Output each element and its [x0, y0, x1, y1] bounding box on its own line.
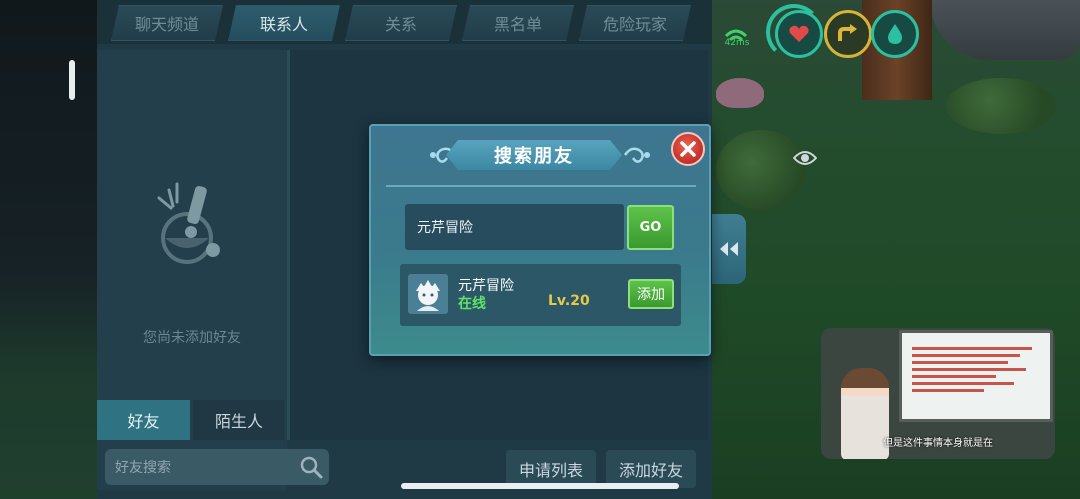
result-online-status: 在线	[458, 296, 486, 312]
turn-button[interactable]	[824, 10, 872, 58]
ornament-swirl-icon	[623, 147, 650, 163]
collapse-arrow-icon	[720, 242, 738, 256]
dialog-divider	[386, 185, 696, 187]
avatar	[408, 274, 448, 314]
tab-strangers[interactable]: 陌生人	[193, 400, 285, 440]
scene-bush	[716, 130, 806, 210]
friend-search-input[interactable]: 好友搜索	[105, 449, 329, 485]
scene-bush	[946, 78, 1056, 134]
game-scene-left	[0, 0, 98, 499]
tab-contacts[interactable]: 联系人	[228, 5, 340, 41]
collapse-panel-button[interactable]	[712, 214, 746, 284]
dialog-title: 搜索朋友	[494, 146, 574, 167]
close-button[interactable]	[671, 132, 705, 166]
empty-friends-text: 您尚未添加好友	[143, 330, 241, 346]
heart-icon	[789, 25, 809, 42]
tab-bar: 聊天频道 联系人 关系 黑名单 危险玩家	[97, 0, 712, 44]
search-friend-dialog: 搜索朋友 元芹冒险 GO 元芹冒险 在线 Lv.20 添加	[369, 124, 711, 356]
ping-readout: 42ms	[724, 38, 750, 48]
side-handle[interactable]	[69, 60, 75, 100]
tab-chat-channel[interactable]: 聊天频道	[111, 5, 223, 41]
friend-name-input[interactable]: 元芹冒险	[405, 204, 624, 250]
video-whiteboard	[899, 330, 1053, 422]
result-level: Lv.20	[548, 293, 590, 309]
empty-friends-icon	[157, 182, 220, 264]
search-result-card: 元芹冒险 在线 Lv.20 添加	[400, 264, 681, 326]
go-button[interactable]: GO	[627, 205, 674, 250]
water-drop-icon	[888, 24, 902, 44]
tab-friends[interactable]: 好友	[97, 400, 190, 440]
friend-search-placeholder: 好友搜索	[115, 460, 171, 476]
water-button[interactable]	[871, 10, 919, 58]
avatar-icon	[416, 280, 440, 311]
add-button[interactable]: 添加	[628, 279, 674, 309]
health-button[interactable]	[775, 10, 823, 58]
tab-relations[interactable]: 关系	[345, 5, 457, 41]
scene-creature	[716, 78, 764, 108]
video-caption: 但是这件事情本身就是在	[883, 438, 993, 449]
tab-blacklist[interactable]: 黑名单	[462, 5, 574, 41]
turn-icon	[838, 24, 857, 41]
home-indicator[interactable]	[401, 483, 679, 489]
search-icon[interactable]	[299, 455, 323, 479]
close-icon	[680, 141, 696, 157]
tab-dangerous-players[interactable]: 危险玩家	[579, 5, 691, 41]
result-player-name: 元芹冒险	[458, 278, 514, 294]
eye-icon[interactable]	[793, 148, 817, 168]
video-overlay[interactable]: 但是这件事情本身就是在	[821, 328, 1055, 459]
